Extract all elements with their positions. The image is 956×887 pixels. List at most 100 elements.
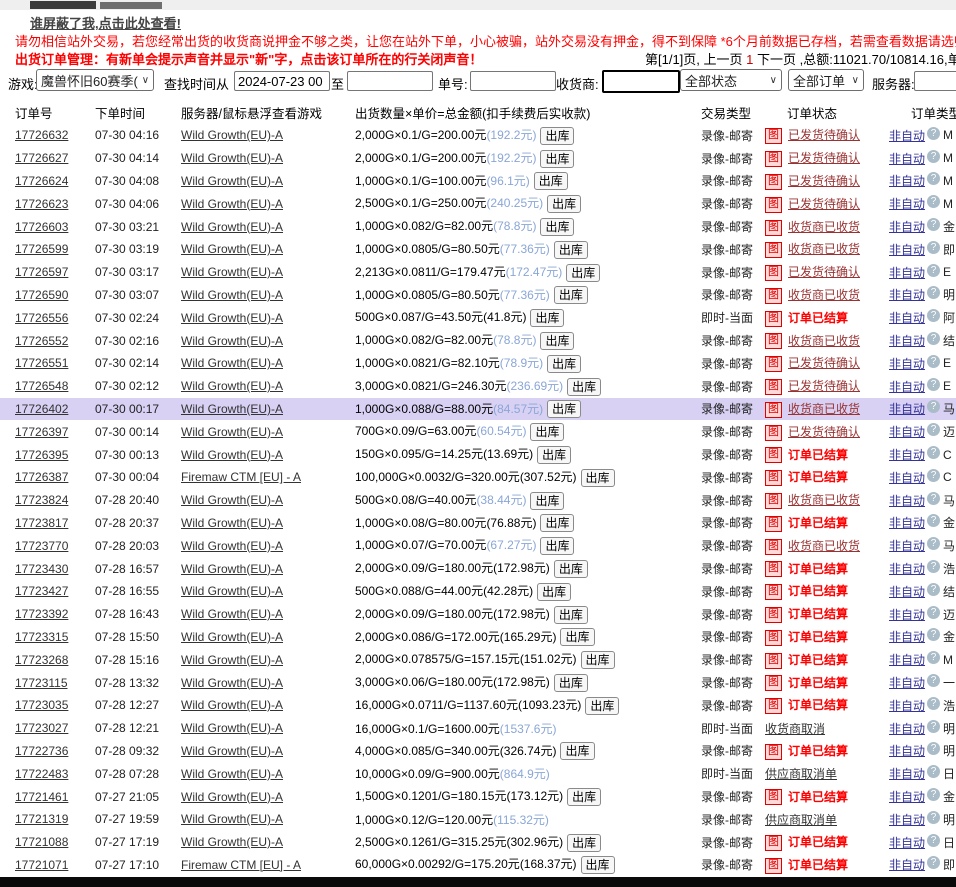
- game-select[interactable]: 魔兽怀旧60赛季( ∨: [36, 69, 154, 91]
- order-id-link[interactable]: 17726623: [15, 197, 68, 211]
- help-icon[interactable]: ?: [927, 127, 940, 140]
- order-type-link[interactable]: 非自动: [889, 539, 925, 553]
- server-input[interactable]: [914, 71, 956, 91]
- image-badge[interactable]: 图: [765, 516, 782, 532]
- server-link[interactable]: Wild Growth(EU)-A: [181, 812, 283, 826]
- help-icon[interactable]: ?: [927, 172, 940, 185]
- ship-out-button[interactable]: 出库: [537, 446, 571, 464]
- ship-out-button[interactable]: 出库: [540, 127, 574, 145]
- order-type-link[interactable]: 非自动: [889, 676, 925, 690]
- order-id-link[interactable]: 17721461: [15, 790, 68, 804]
- order-status-link[interactable]: 已发货待确认: [788, 265, 860, 279]
- order-id-link[interactable]: 17723427: [15, 584, 68, 598]
- order-id-link[interactable]: 17723027: [15, 721, 68, 735]
- image-badge[interactable]: 图: [765, 789, 782, 805]
- image-badge[interactable]: 图: [765, 379, 782, 395]
- server-link[interactable]: Wild Growth(EU)-A: [181, 539, 283, 553]
- server-link[interactable]: Wild Growth(EU)-A: [181, 584, 283, 598]
- server-link[interactable]: Wild Growth(EU)-A: [181, 402, 283, 416]
- help-icon[interactable]: ?: [927, 628, 940, 641]
- order-id-link[interactable]: 17726590: [15, 288, 68, 302]
- help-icon[interactable]: ?: [927, 400, 940, 413]
- ship-out-button[interactable]: 出库: [567, 378, 601, 396]
- server-link[interactable]: Wild Growth(EU)-A: [181, 448, 283, 462]
- order-id-link[interactable]: 17726397: [15, 425, 68, 439]
- server-link[interactable]: Wild Growth(EU)-A: [181, 311, 283, 325]
- image-badge[interactable]: 图: [765, 630, 782, 646]
- order-status-link[interactable]: 已发货待确认: [788, 174, 860, 188]
- ship-out-button[interactable]: 出库: [581, 469, 615, 487]
- order-status-link[interactable]: 已发货待确认: [788, 128, 860, 142]
- image-badge[interactable]: 图: [765, 425, 782, 441]
- order-status-link[interactable]: 订单已结算: [788, 562, 848, 576]
- order-id-link[interactable]: 17726552: [15, 334, 68, 348]
- image-badge[interactable]: 图: [765, 311, 782, 327]
- help-icon[interactable]: ?: [927, 583, 940, 596]
- order-status-link[interactable]: 订单已结算: [788, 311, 848, 325]
- ship-out-button[interactable]: 出库: [540, 332, 574, 350]
- help-icon[interactable]: ?: [927, 720, 940, 733]
- image-badge[interactable]: 图: [765, 858, 782, 874]
- order-status-link[interactable]: 订单已结算: [788, 470, 848, 484]
- order-status-link[interactable]: 已发货待确认: [788, 425, 860, 439]
- server-link[interactable]: Wild Growth(EU)-A: [181, 151, 283, 165]
- server-link[interactable]: Wild Growth(EU)-A: [181, 562, 283, 576]
- order-status-link[interactable]: 订单已结算: [788, 744, 848, 758]
- server-link[interactable]: Wild Growth(EU)-A: [181, 242, 283, 256]
- server-link[interactable]: Wild Growth(EU)-A: [181, 835, 283, 849]
- order-type-link[interactable]: 非自动: [889, 790, 925, 804]
- order-id-link[interactable]: 17721319: [15, 812, 68, 826]
- order-status-link[interactable]: 收货商已收货: [788, 242, 860, 256]
- ship-out-button[interactable]: 出库: [567, 788, 601, 806]
- server-link[interactable]: Wild Growth(EU)-A: [181, 516, 283, 530]
- ship-out-button[interactable]: 出库: [530, 423, 564, 441]
- order-id-link[interactable]: 17723824: [15, 493, 68, 507]
- help-icon[interactable]: ?: [927, 514, 940, 527]
- image-badge[interactable]: 图: [765, 744, 782, 760]
- order-type-link[interactable]: 非自动: [889, 585, 925, 599]
- prev-page-link[interactable]: 上一页: [704, 52, 743, 67]
- image-badge[interactable]: 图: [765, 653, 782, 669]
- order-status-link[interactable]: 已发货待确认: [788, 356, 860, 370]
- order-id-link[interactable]: 17726599: [15, 242, 68, 256]
- ship-out-button[interactable]: 出库: [547, 400, 581, 418]
- ship-out-button[interactable]: 出库: [554, 560, 588, 578]
- help-icon[interactable]: ?: [927, 674, 940, 687]
- order-id-link[interactable]: 17723315: [15, 630, 68, 644]
- server-link[interactable]: Wild Growth(EU)-A: [181, 288, 283, 302]
- next-page-link[interactable]: 下一页: [757, 52, 796, 67]
- help-icon[interactable]: ?: [927, 606, 940, 619]
- server-link[interactable]: Wild Growth(EU)-A: [181, 128, 283, 142]
- server-link[interactable]: Wild Growth(EU)-A: [181, 630, 283, 644]
- order-id-link[interactable]: 17726627: [15, 151, 68, 165]
- order-type-link[interactable]: 非自动: [889, 357, 925, 371]
- order-id-link[interactable]: 17721071: [15, 858, 68, 872]
- image-badge[interactable]: 图: [765, 470, 782, 486]
- ship-out-button[interactable]: 出库: [534, 172, 568, 190]
- order-status-link[interactable]: 订单已结算: [788, 835, 848, 849]
- help-icon[interactable]: ?: [927, 537, 940, 550]
- help-icon[interactable]: ?: [927, 765, 940, 778]
- ship-out-button[interactable]: 出库: [540, 218, 574, 236]
- order-status-link[interactable]: 订单已结算: [788, 516, 848, 530]
- order-type-link[interactable]: 非自动: [889, 858, 925, 872]
- order-id-link[interactable]: 17723770: [15, 539, 68, 553]
- help-icon[interactable]: ?: [927, 492, 940, 505]
- order-id-link[interactable]: 17726632: [15, 128, 68, 142]
- order-status-link[interactable]: 已发货待确认: [788, 197, 860, 211]
- order-no-input[interactable]: [470, 71, 556, 91]
- order-status-link[interactable]: 订单已结算: [788, 448, 848, 462]
- image-badge[interactable]: 图: [765, 220, 782, 236]
- ship-out-button[interactable]: 出库: [554, 674, 588, 692]
- ship-out-button[interactable]: 出库: [581, 651, 615, 669]
- help-icon[interactable]: ?: [927, 195, 940, 208]
- order-type-link[interactable]: 非自动: [889, 174, 925, 188]
- ship-out-button[interactable]: 出库: [554, 606, 588, 624]
- image-badge[interactable]: 图: [765, 242, 782, 258]
- order-type-link[interactable]: 非自动: [889, 334, 925, 348]
- help-icon[interactable]: ?: [927, 560, 940, 573]
- server-link[interactable]: Wild Growth(EU)-A: [181, 698, 283, 712]
- status-select[interactable]: 全部状态 ∨: [680, 69, 782, 91]
- help-icon[interactable]: ?: [927, 355, 940, 368]
- image-badge[interactable]: 图: [765, 539, 782, 555]
